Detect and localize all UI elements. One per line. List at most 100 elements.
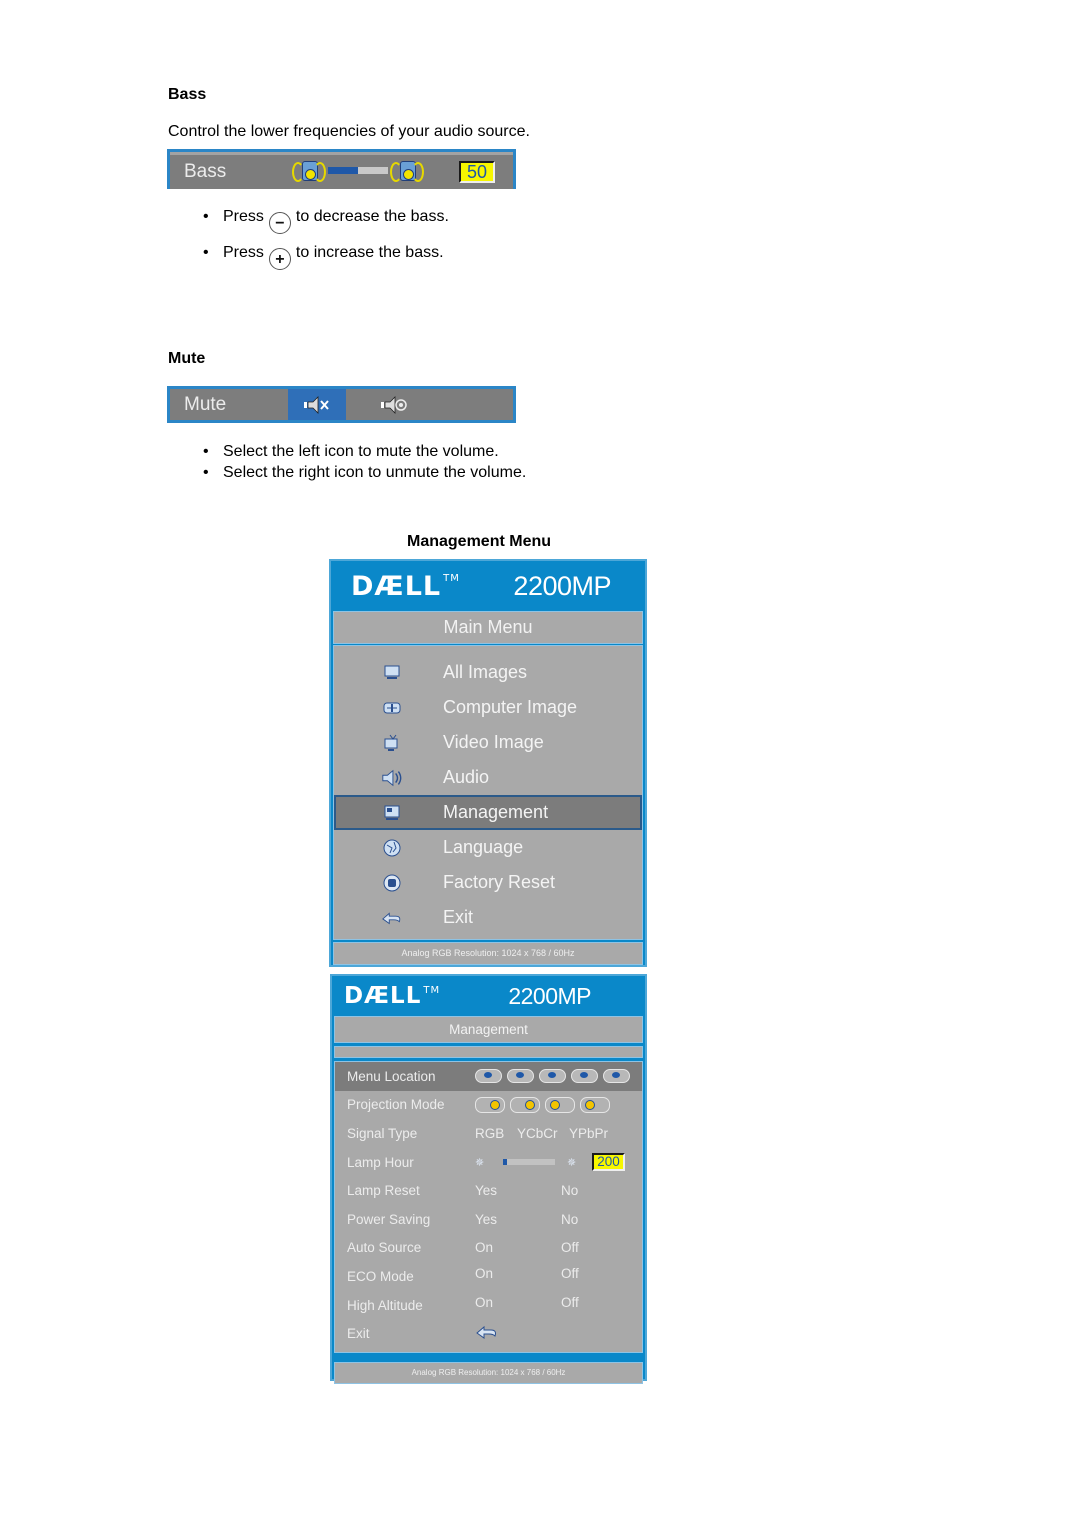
management-osd: DÆLL TM 2200MP Management Menu Location P… bbox=[330, 974, 647, 1384]
mute-option-unmuted[interactable] bbox=[346, 389, 513, 420]
bass-slider[interactable] bbox=[328, 166, 388, 174]
trademark: TM bbox=[423, 985, 441, 996]
speaker-low-icon[interactable] bbox=[292, 159, 326, 182]
row-label: Power Saving bbox=[347, 1211, 431, 1227]
lamp-high-icon: ✵ bbox=[567, 1156, 577, 1169]
row-signal-type[interactable]: Signal Type RGB YCbCr YPbPr bbox=[335, 1119, 642, 1148]
row-exit[interactable]: Exit bbox=[335, 1319, 642, 1348]
bass-instruction-decrease: Press−to decrease the bass. bbox=[201, 206, 449, 234]
row-lamp-reset[interactable]: Lamp Reset Yes No bbox=[335, 1176, 642, 1205]
main-menu-list: All Images Computer Image Video Image Au… bbox=[333, 645, 643, 940]
language-icon bbox=[381, 838, 403, 858]
row-high-altitude[interactable]: High Altitude On Off bbox=[335, 1291, 642, 1320]
power-saving-no[interactable]: No bbox=[561, 1212, 621, 1227]
all-images-icon bbox=[381, 663, 403, 683]
lamp-reset-no[interactable]: No bbox=[561, 1183, 621, 1198]
lamp-hour-value: 200 bbox=[592, 1153, 625, 1172]
row-lamp-hour: Lamp Hour ✵ ✵ 200 bbox=[335, 1148, 642, 1177]
menu-item-audio[interactable]: Audio bbox=[334, 760, 642, 795]
menu-item-computer-image[interactable]: Computer Image bbox=[334, 690, 642, 725]
menu-location-option-3[interactable] bbox=[539, 1069, 566, 1084]
eco-mode-off[interactable]: Off bbox=[561, 1266, 621, 1281]
management-header: DÆLL TM 2200MP bbox=[332, 976, 645, 1016]
main-menu-header: DÆLL TM 2200MP bbox=[331, 561, 645, 611]
main-menu-status: Analog RGB Resolution: 1024 x 768 / 60Hz bbox=[333, 942, 643, 965]
row-label: High Altitude bbox=[347, 1297, 423, 1313]
lamp-hour-fill bbox=[503, 1159, 508, 1166]
trademark: TM bbox=[443, 572, 460, 584]
lamp-reset-yes[interactable]: Yes bbox=[475, 1183, 561, 1198]
mute-osd-label: Mute bbox=[184, 393, 227, 415]
mute-option-muted[interactable] bbox=[288, 389, 346, 420]
mute-instructions: Select the left icon to mute the volume.… bbox=[201, 441, 526, 483]
menu-item-factory-reset[interactable]: Factory Reset bbox=[334, 865, 642, 900]
projection-mode-option-4[interactable] bbox=[580, 1096, 610, 1113]
projection-mode-option-1[interactable] bbox=[475, 1096, 505, 1113]
menu-location-option-5[interactable] bbox=[603, 1069, 630, 1084]
menu-item-all-images[interactable]: All Images bbox=[334, 655, 642, 690]
dell-logo-text: DÆLL bbox=[351, 570, 442, 602]
bass-heading: Bass bbox=[168, 86, 207, 103]
row-power-saving[interactable]: Power Saving Yes No bbox=[335, 1205, 642, 1234]
main-menu-osd: DÆLL TM 2200MP Main Menu All Images Compu… bbox=[329, 559, 647, 967]
projection-person-icon bbox=[585, 1099, 595, 1110]
eco-mode-on[interactable]: On bbox=[475, 1266, 561, 1281]
menu-location-option-2[interactable] bbox=[507, 1069, 534, 1084]
bass-instructions: Press−to decrease the bass. Press+to inc… bbox=[201, 206, 449, 270]
projection-mode-option-2[interactable] bbox=[510, 1096, 540, 1113]
menu-item-label: Factory Reset bbox=[443, 872, 556, 892]
row-projection-mode[interactable]: Projection Mode bbox=[335, 1091, 642, 1120]
projection-person-icon bbox=[490, 1099, 500, 1110]
management-status: Analog RGB Resolution: 1024 x 768 / 60Hz bbox=[334, 1362, 643, 1384]
menu-item-label: Management bbox=[443, 802, 549, 822]
management-icon bbox=[381, 803, 403, 823]
instruction-suffix: to increase the bass. bbox=[295, 244, 444, 261]
menu-item-exit[interactable]: Exit bbox=[334, 900, 642, 935]
menu-location-option-4[interactable] bbox=[571, 1069, 598, 1084]
menu-item-management[interactable]: Management bbox=[334, 795, 642, 830]
speaker-sound-icon bbox=[381, 395, 407, 414]
mute-osd-label-cell: Mute bbox=[170, 389, 288, 420]
audio-icon bbox=[381, 768, 403, 788]
dell-logo: DÆLL TM bbox=[351, 571, 460, 602]
menu-item-label: Computer Image bbox=[443, 697, 578, 717]
menu-item-video-image[interactable]: Video Image bbox=[334, 725, 642, 760]
row-label: Lamp Reset bbox=[347, 1183, 420, 1199]
auto-source-on[interactable]: On bbox=[475, 1240, 561, 1255]
high-altitude-on[interactable]: On bbox=[475, 1295, 561, 1310]
model-name: 2200MP bbox=[508, 982, 591, 1009]
plus-button-icon: + bbox=[268, 248, 291, 270]
exit-arrow-icon[interactable] bbox=[475, 1323, 499, 1344]
menu-item-label: Video Image bbox=[443, 732, 544, 752]
row-label: Lamp Hour bbox=[347, 1154, 414, 1170]
menu-location-option-1[interactable] bbox=[475, 1069, 502, 1084]
signal-option-ypbpr[interactable]: YPbPr bbox=[569, 1126, 608, 1141]
mute-heading: Mute bbox=[168, 350, 206, 367]
row-auto-source[interactable]: Auto Source On Off bbox=[335, 1234, 642, 1263]
row-eco-mode[interactable]: ECO Mode On Off bbox=[335, 1262, 642, 1291]
high-altitude-off[interactable]: Off bbox=[561, 1295, 621, 1310]
bass-instruction-increase: Press+to increase the bass. bbox=[201, 242, 449, 270]
factory-reset-icon bbox=[381, 873, 403, 893]
mute-instruction-right: Select the right icon to unmute the volu… bbox=[201, 462, 526, 483]
computer-image-icon bbox=[381, 698, 403, 718]
speaker-muted-icon bbox=[304, 395, 329, 414]
row-label: ECO Mode bbox=[347, 1268, 414, 1284]
power-saving-yes[interactable]: Yes bbox=[475, 1212, 561, 1227]
row-menu-location[interactable]: Menu Location bbox=[335, 1062, 642, 1091]
menu-item-label: Exit bbox=[443, 907, 474, 927]
bass-description: Control the lower frequencies of your au… bbox=[168, 123, 530, 140]
row-label: Menu Location bbox=[347, 1068, 436, 1084]
auto-source-off[interactable]: Off bbox=[561, 1240, 621, 1255]
speaker-high-icon[interactable] bbox=[390, 159, 424, 182]
signal-option-ycbcr[interactable]: YCbCr bbox=[517, 1126, 569, 1141]
projection-mode-option-3[interactable] bbox=[545, 1096, 575, 1113]
row-label: Exit bbox=[347, 1326, 370, 1342]
bass-osd-label: Bass bbox=[184, 161, 227, 182]
menu-item-language[interactable]: Language bbox=[334, 830, 642, 865]
menu-item-label: Audio bbox=[443, 767, 490, 787]
row-label: Projection Mode bbox=[347, 1097, 445, 1113]
projection-person-icon bbox=[525, 1099, 535, 1110]
signal-option-rgb[interactable]: RGB bbox=[475, 1126, 517, 1141]
bass-value: 50 bbox=[459, 161, 495, 183]
